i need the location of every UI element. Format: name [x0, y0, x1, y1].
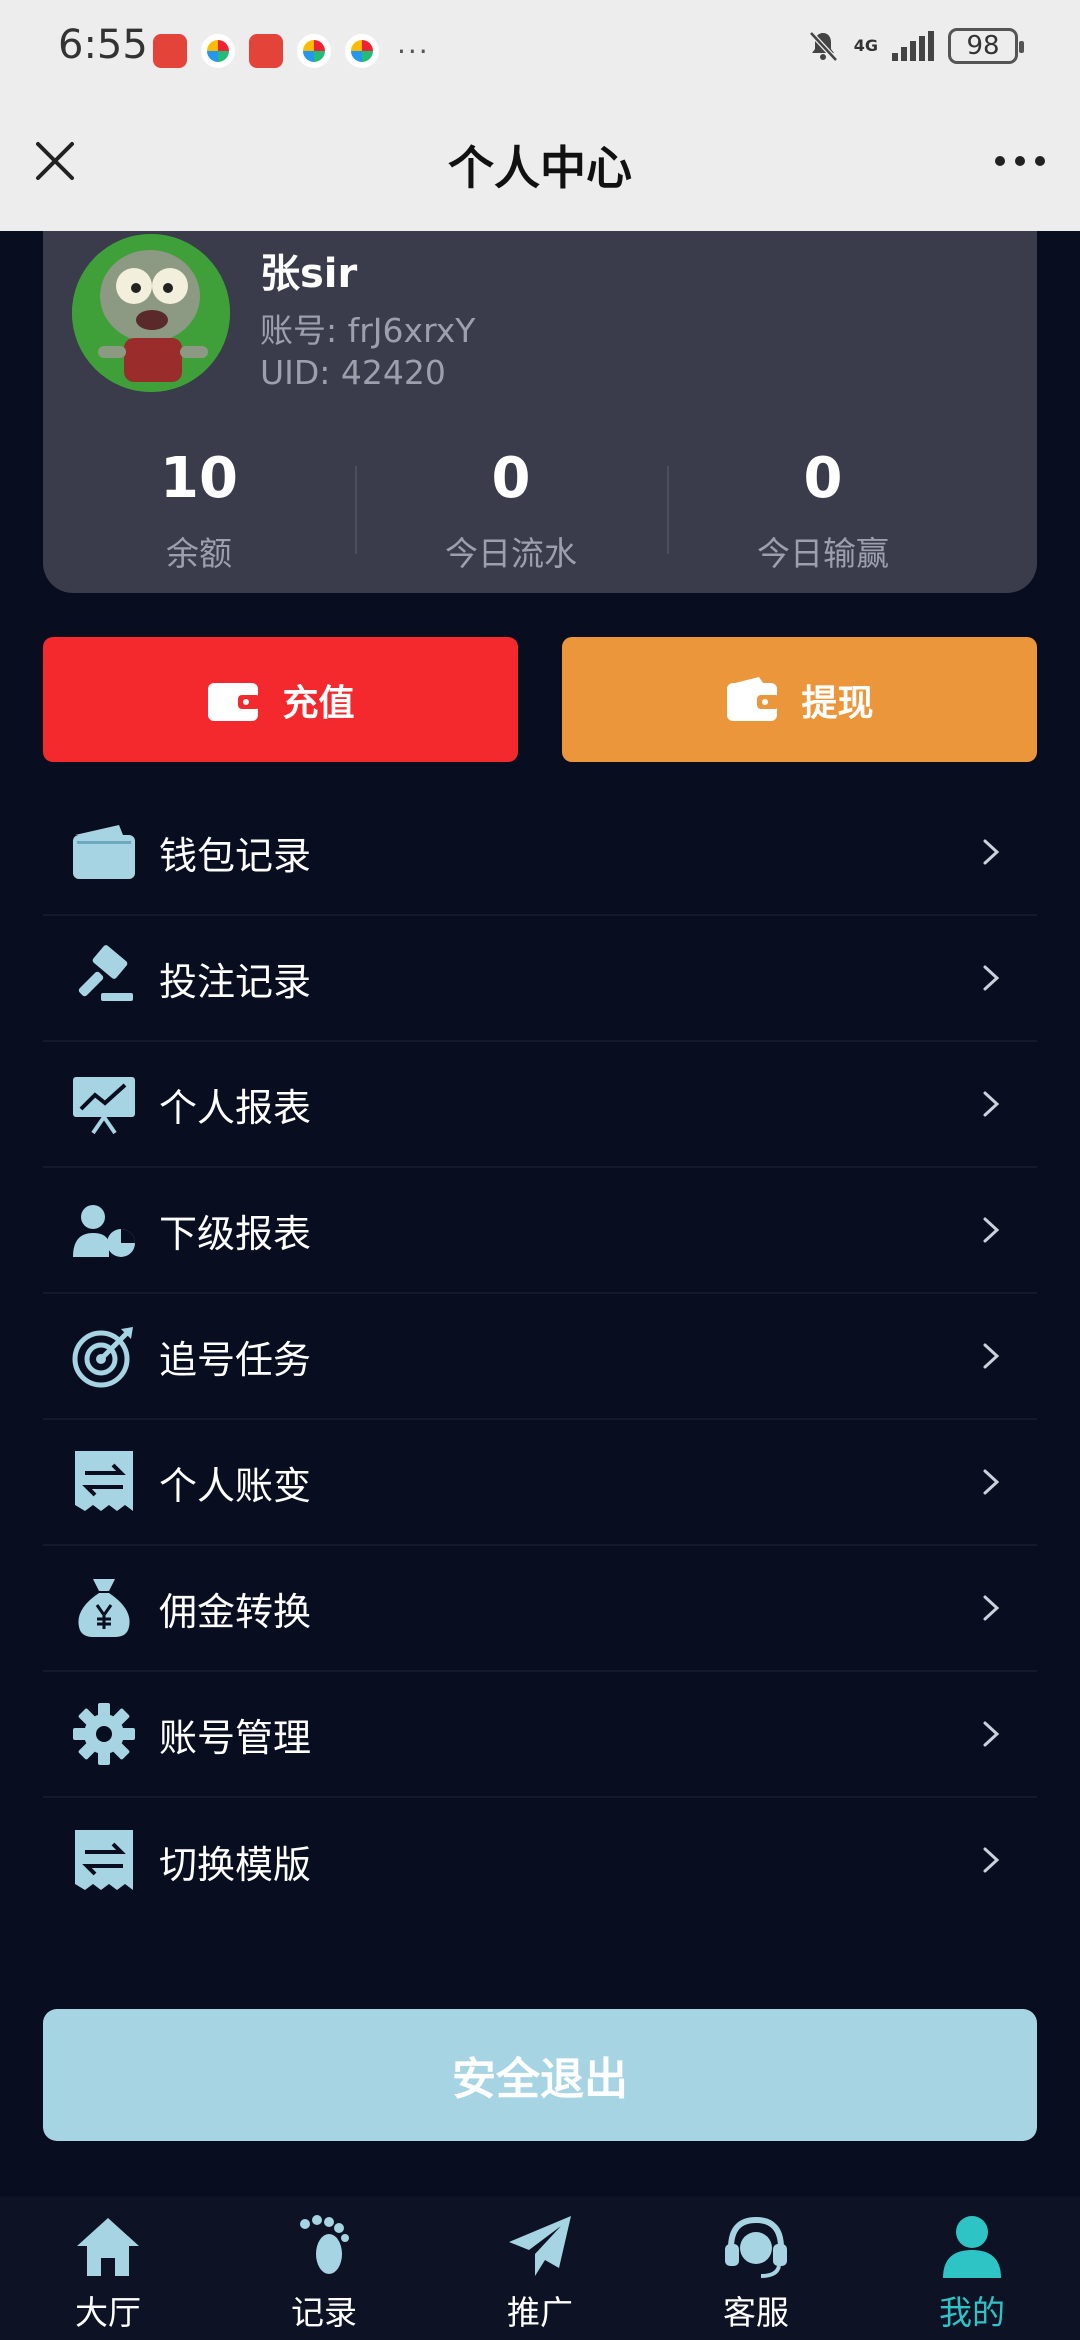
- target-icon: [71, 1323, 137, 1389]
- home-icon: [77, 2218, 139, 2276]
- menu-item-chase-tasks[interactable]: 追号任务: [43, 1294, 1037, 1420]
- missed-call-icon: [153, 34, 187, 68]
- menu-item-wallet-records[interactable]: 钱包记录: [43, 790, 1037, 916]
- signal-icon: [892, 31, 934, 61]
- menu-item-switch-template[interactable]: 切换模版: [43, 1798, 1037, 1924]
- user-pie-icon: [71, 1197, 137, 1263]
- menu-label: 个人报表: [159, 1085, 312, 1130]
- uid-label: UID:: [260, 353, 331, 392]
- menu-item-account-changes[interactable]: 个人账变: [43, 1420, 1037, 1546]
- money-bag-icon: [71, 1575, 137, 1641]
- nav-item-promote[interactable]: 推广: [432, 2196, 648, 2340]
- bottom-nav: 大厅 记录 推广 客服 我的: [0, 2196, 1080, 2340]
- nav-label: 我的: [939, 2293, 1005, 2332]
- uid-value: 42420: [340, 353, 446, 392]
- status-time: 6:55: [58, 22, 148, 68]
- chevron-right-icon: [983, 1217, 1000, 1243]
- menu-label: 钱包记录: [159, 833, 312, 878]
- account-value: frJ6xrxY: [347, 311, 476, 350]
- avatar[interactable]: [72, 234, 230, 392]
- notification-icons: ···: [153, 34, 430, 68]
- withdraw-button[interactable]: 提现: [562, 637, 1037, 762]
- huawei-app-icon: [249, 34, 283, 68]
- stat-value: 10: [160, 446, 238, 511]
- chevron-right-icon: [983, 1721, 1000, 1747]
- username: 张sir: [260, 251, 358, 297]
- stat-value: 0: [491, 446, 531, 511]
- logout-button[interactable]: 安全退出: [43, 2009, 1037, 2141]
- account-line: 账号: frJ6xrxY: [260, 304, 475, 352]
- menu-label: 追号任务: [159, 1337, 312, 1382]
- network-type: 4G: [853, 36, 878, 55]
- page-title: 个人中心: [448, 141, 632, 195]
- battery-icon: 98: [948, 28, 1024, 64]
- stat-label: 今日输赢: [757, 534, 889, 573]
- chevron-right-icon: [983, 1595, 1000, 1621]
- nav-label: 大厅: [75, 2293, 141, 2332]
- menu-list: 钱包记录 投注记录 个人报表 下级报表 追号任务 个人账变 佣金转换 账号管理 …: [43, 790, 1037, 1924]
- nav-label: 记录: [291, 2293, 357, 2332]
- footprint-icon: [300, 2215, 349, 2274]
- wallet-icon: [71, 819, 137, 885]
- user-icon: [943, 2216, 1001, 2278]
- chevron-right-icon: [983, 1343, 1000, 1369]
- nav-label: 客服: [723, 2293, 789, 2332]
- more-notifications: ···: [397, 34, 430, 68]
- stat-turnover: 0 今日流水: [355, 446, 667, 575]
- paper-plane-icon: [509, 2216, 571, 2276]
- uid-line: UID: 42420: [260, 353, 446, 392]
- stat-value: 0: [803, 446, 843, 511]
- app-notification-icon: [345, 34, 379, 68]
- profile-card: 张sir 账号: frJ6xrxY UID: 42420 10 余额 0 今日流…: [43, 231, 1037, 593]
- chevron-right-icon: [983, 1091, 1000, 1117]
- menu-item-commission-conversion[interactable]: 佣金转换: [43, 1546, 1037, 1672]
- status-indicators: 4G 98: [806, 28, 1024, 64]
- wallet-icon: [208, 682, 261, 721]
- menu-item-personal-report[interactable]: 个人报表: [43, 1042, 1037, 1168]
- chart-board-icon: [71, 1071, 137, 1137]
- receipt-exchange-icon: [71, 1828, 137, 1894]
- nav-label: 推广: [507, 2293, 573, 2332]
- receipt-exchange-icon: [71, 1449, 137, 1515]
- zombie-avatar-icon: [72, 234, 230, 392]
- nav-item-support[interactable]: 客服: [648, 2196, 864, 2340]
- recharge-button[interactable]: 充值: [43, 637, 518, 762]
- menu-item-account-management[interactable]: 账号管理: [43, 1672, 1037, 1798]
- headset-icon: [725, 2216, 787, 2278]
- more-icon[interactable]: [990, 136, 1050, 186]
- nav-item-lobby[interactable]: 大厅: [0, 2196, 216, 2340]
- chevron-right-icon: [983, 965, 1000, 991]
- menu-label: 下级报表: [159, 1211, 312, 1256]
- menu-label: 切换模版: [159, 1842, 312, 1887]
- withdraw-label: 提现: [801, 682, 874, 724]
- stat-balance: 10 余额: [43, 446, 355, 575]
- title-bar: 个人中心: [0, 100, 1080, 231]
- menu-item-bet-records[interactable]: 投注记录: [43, 916, 1037, 1042]
- account-label: 账号:: [260, 311, 338, 350]
- stats-row: 10 余额 0 今日流水 0 今日输赢: [43, 446, 1037, 575]
- app-notification-icon: [201, 34, 235, 68]
- chevron-right-icon: [983, 1847, 1000, 1873]
- nav-item-mine[interactable]: 我的: [864, 2196, 1080, 2340]
- recharge-label: 充值: [282, 682, 355, 724]
- stat-profit: 0 今日输赢: [667, 446, 979, 575]
- wallet-icon: [727, 676, 780, 721]
- app-notification-icon: [297, 34, 331, 68]
- chevron-right-icon: [983, 839, 1000, 865]
- menu-label: 个人账变: [159, 1463, 312, 1508]
- nav-item-records[interactable]: 记录: [216, 2196, 432, 2340]
- battery-level: 98: [966, 31, 1000, 61]
- menu-label: 佣金转换: [159, 1589, 312, 1634]
- menu-item-subordinate-report[interactable]: 下级报表: [43, 1168, 1037, 1294]
- menu-label: 投注记录: [159, 959, 312, 1004]
- status-bar: 6:55 ··· 4G 98: [0, 0, 1080, 100]
- menu-label: 账号管理: [159, 1715, 312, 1760]
- stat-label: 今日流水: [445, 534, 577, 573]
- mute-bell-icon: [808, 31, 838, 62]
- gear-icon: [71, 1701, 137, 1767]
- chevron-right-icon: [983, 1469, 1000, 1495]
- stat-label: 余额: [166, 534, 232, 573]
- gavel-icon: [71, 945, 137, 1011]
